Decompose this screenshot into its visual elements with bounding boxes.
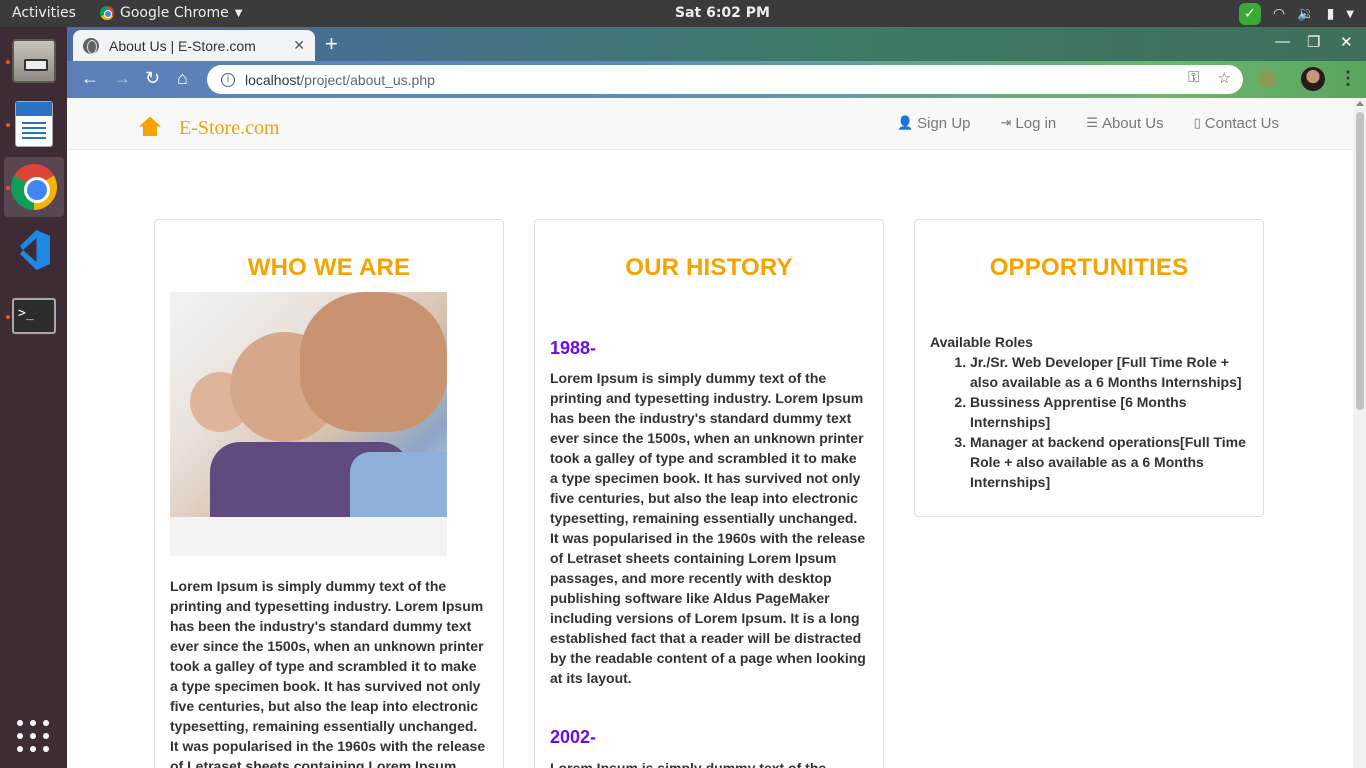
dock-terminal[interactable]: >_	[4, 286, 64, 346]
system-top-bar: Activities Google Chrome ▼ Sat 6:02 PM ✓…	[0, 0, 1366, 27]
profile-avatar[interactable]	[1301, 67, 1325, 91]
tab-strip: About Us | E-Store.com ✕ + — ❐ ✕	[67, 27, 1366, 61]
info-icon[interactable]: i	[221, 72, 235, 87]
chevron-down-icon: ▼	[1346, 8, 1354, 20]
list-item: Manager at backend operations[Full Time …	[970, 432, 1248, 492]
history-text: Lorem Ipsum is simply dummy text of the …	[550, 370, 866, 686]
phone-icon: ▯	[1193, 116, 1201, 131]
login-icon: ⇥	[1000, 116, 1012, 131]
opportunities-panel: OPPORTUNITIES Available Roles Jr./Sr. We…	[914, 219, 1264, 517]
nav-label: Sign Up	[917, 115, 971, 132]
running-indicator	[6, 186, 10, 190]
app-menu[interactable]: Google Chrome ▼	[100, 5, 242, 21]
new-tab-button[interactable]: +	[325, 31, 338, 57]
dock-chrome[interactable]	[4, 157, 64, 217]
volume-icon: 🔉	[1297, 6, 1315, 22]
chrome-icon	[100, 6, 114, 20]
menu-icon[interactable]: ⋮	[1339, 68, 1357, 89]
browser-toolbar: ← → ↻ ⌂ i localhost/project/about_us.php…	[67, 61, 1366, 98]
nav-label: About Us	[1101, 115, 1164, 132]
nav-label: Contact Us	[1204, 115, 1279, 132]
dock: >_	[0, 27, 67, 768]
url-host: localhost	[245, 71, 301, 88]
roles-intro: Available Roles	[930, 334, 1033, 350]
running-indicator	[6, 123, 10, 127]
team-photo	[170, 292, 447, 556]
panel-title: OUR HISTORY	[625, 254, 793, 281]
nav-contact-us[interactable]: ▯ Contact Us	[1194, 115, 1279, 132]
panel-title: OPPORTUNITIES	[989, 254, 1189, 281]
star-icon[interactable]: ☆	[1218, 69, 1231, 87]
dock-files[interactable]	[4, 31, 64, 91]
dock-writer[interactable]	[4, 94, 64, 154]
globe-icon	[83, 37, 99, 54]
battery-icon: ▮	[1326, 6, 1335, 22]
forward-icon[interactable]: →	[113, 68, 131, 89]
page-scrollbar[interactable]	[1353, 98, 1366, 768]
tab-about-us[interactable]: About Us | E-Store.com ✕	[73, 30, 315, 61]
user-icon: 👤	[896, 116, 914, 131]
brand-name[interactable]: E-Store.com	[179, 117, 280, 140]
terminal-icon: >_	[12, 298, 56, 334]
close-tab-icon[interactable]: ✕	[293, 37, 305, 54]
history-year: 2002-	[550, 727, 597, 747]
history-year: 1988-	[550, 338, 597, 358]
dock-vscode[interactable]	[4, 220, 64, 280]
clock[interactable]: Sat 6:02 PM	[675, 5, 770, 21]
chrome-icon	[11, 164, 57, 210]
update-check-icon[interactable]: ✓	[1238, 3, 1261, 25]
minimize-icon[interactable]: —	[1275, 33, 1290, 50]
site-brand[interactable]: E-Store.com	[139, 113, 280, 140]
app-menu-label: Google Chrome	[120, 5, 229, 21]
back-icon[interactable]: ←	[81, 68, 99, 89]
files-icon	[12, 39, 56, 83]
vscode-icon	[12, 228, 56, 272]
writer-icon	[15, 101, 53, 147]
wifi-icon: ◠	[1272, 6, 1286, 22]
page-viewport: E-Store.com 👤 Sign Up ⇥ Log in ☰ About U…	[67, 98, 1353, 768]
show-apps-icon[interactable]	[17, 720, 49, 752]
home-icon[interactable]	[139, 117, 161, 137]
address-bar[interactable]: i localhost/project/about_us.php ⚿ ☆	[207, 65, 1243, 94]
system-tray[interactable]: ✓ ◠ 🔉 ▮ ▼	[1238, 3, 1354, 25]
nav-links: 👤 Sign Up ⇥ Log in ☰ About Us ▯ Contact …	[897, 115, 1279, 132]
list-icon: ☰	[1086, 116, 1098, 131]
home-icon[interactable]: ⌂	[177, 68, 188, 89]
nav-about-us[interactable]: ☰ About Us	[1086, 115, 1163, 132]
list-item: Jr./Sr. Web Developer [Full Time Role + …	[970, 352, 1248, 392]
tab-title: About Us | E-Store.com	[109, 37, 256, 54]
key-icon[interactable]: ⚿	[1188, 69, 1199, 87]
scrollbar-thumb[interactable]	[1356, 112, 1364, 410]
extension-icon[interactable]	[1258, 70, 1276, 88]
activities-button[interactable]: Activities	[12, 5, 76, 21]
restore-icon[interactable]: ❐	[1307, 33, 1320, 51]
panel-title: WHO WE ARE	[247, 254, 411, 281]
list-item: Bussiness Apprentise [6 Months Internshi…	[970, 392, 1248, 432]
who-text: Lorem Ipsum is simply dummy text of the …	[170, 578, 486, 768]
nav-log-in[interactable]: ⇥ Log in	[1001, 115, 1057, 132]
chevron-down-icon: ▼	[234, 7, 243, 19]
roles-list: Jr./Sr. Web Developer [Full Time Role + …	[970, 352, 1248, 492]
nav-sign-up[interactable]: 👤 Sign Up	[897, 115, 971, 132]
url-path: /project/about_us.php	[300, 71, 435, 88]
our-history-panel: OUR HISTORY 1988- Lorem Ipsum is simply …	[534, 219, 884, 768]
who-we-are-panel: WHO WE ARE Lorem Ipsum is simply dummy t…	[154, 219, 504, 768]
nav-label: Log in	[1015, 115, 1057, 132]
running-indicator	[6, 315, 10, 319]
site-navbar: E-Store.com 👤 Sign Up ⇥ Log in ☰ About U…	[67, 98, 1353, 150]
running-indicator	[6, 60, 10, 64]
reload-icon[interactable]: ↻	[145, 68, 160, 89]
close-window-icon[interactable]: ✕	[1340, 33, 1353, 51]
scroll-up-icon[interactable]	[1356, 101, 1364, 106]
history-text: Lorem Ipsum is simply dummy text of the	[550, 760, 827, 768]
